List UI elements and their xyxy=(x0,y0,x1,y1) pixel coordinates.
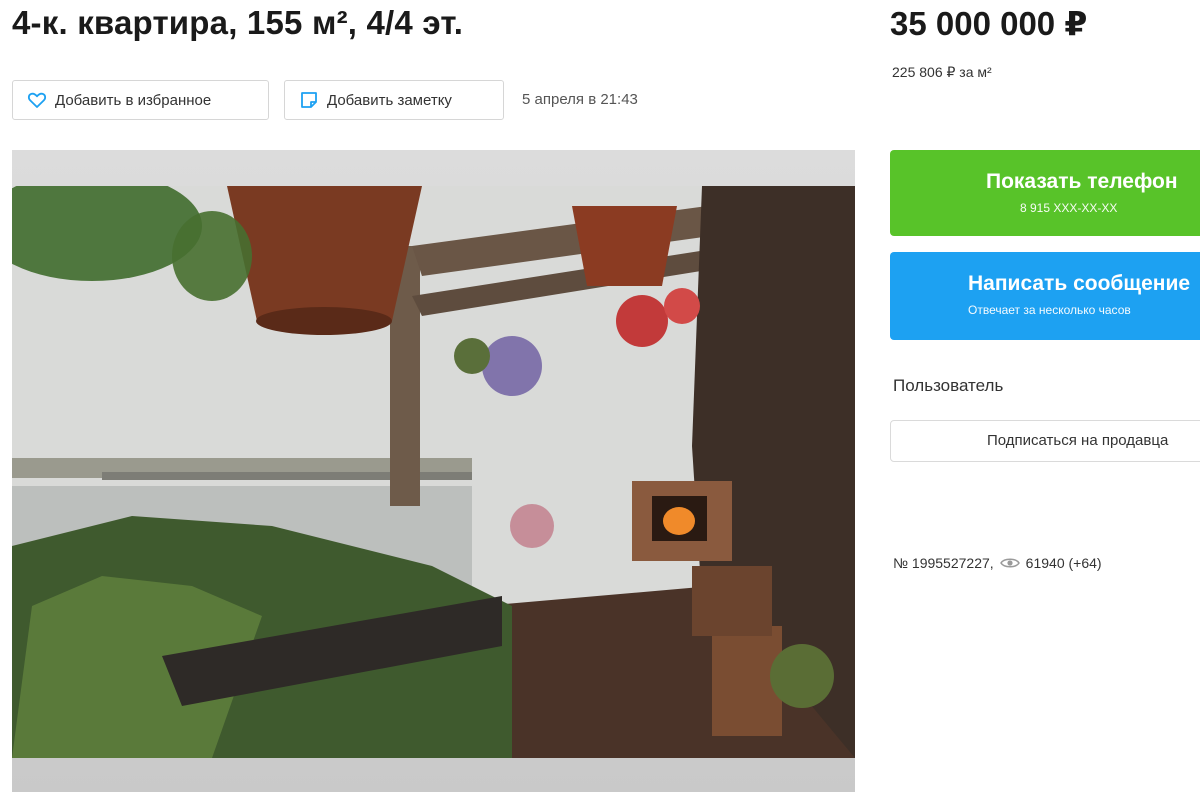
seller-name[interactable]: Пользователь xyxy=(893,376,1003,396)
listing-title: 4-к. квартира, 155 м², 4/4 эт. xyxy=(12,4,464,41)
eye-icon xyxy=(999,556,1020,570)
listing-price: 35 000 000 ₽ xyxy=(890,5,1088,42)
add-note-button[interactable]: Добавить заметку xyxy=(284,80,504,120)
add-note-label: Добавить заметку xyxy=(327,91,452,109)
main-photo[interactable] xyxy=(12,186,855,758)
response-time-note: Отвечает за несколько часов xyxy=(968,303,1131,317)
show-phone-button[interactable]: Показать телефон 8 915 XXX-XX-XX xyxy=(890,150,1200,236)
add-to-favorites-label: Добавить в избранное xyxy=(55,91,212,109)
show-phone-label: Показать телефон xyxy=(986,170,1178,193)
views-count: 61940 (+64) xyxy=(1025,555,1102,571)
write-message-button[interactable]: Написать сообщение Отвечает за несколько… xyxy=(890,252,1200,340)
publication-date: 5 апреля в 21:43 xyxy=(522,91,638,108)
listing-meta: № 1995527227, 61940 (+64) xyxy=(893,555,1102,571)
price-per-square-meter: 225 806 ₽ за м² xyxy=(892,64,992,80)
listing-number: № 1995527227, xyxy=(893,555,994,571)
note-icon xyxy=(299,90,319,110)
write-message-label: Написать сообщение xyxy=(968,272,1191,295)
masked-phone-number: 8 915 XXX-XX-XX xyxy=(1020,201,1118,215)
heart-icon xyxy=(27,90,47,110)
subscribe-to-seller-button[interactable]: Подписаться на продавца xyxy=(890,420,1200,462)
add-to-favorites-button[interactable]: Добавить в избранное xyxy=(12,80,269,120)
